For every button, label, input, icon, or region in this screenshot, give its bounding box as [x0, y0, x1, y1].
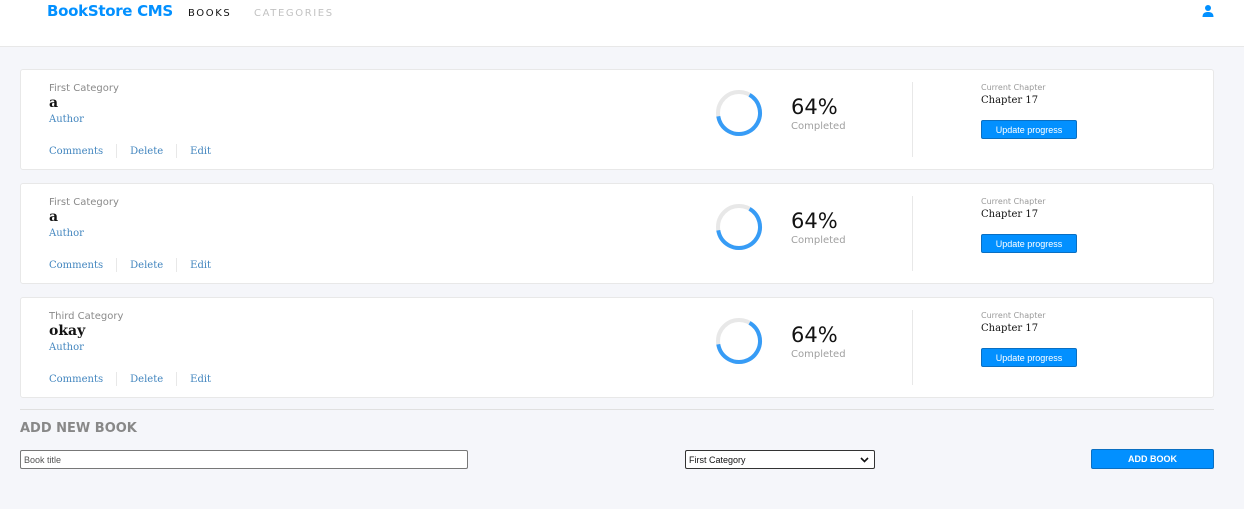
book-title-input[interactable]: [20, 450, 468, 469]
book-category: First Category: [49, 83, 119, 94]
current-chapter-label: Current Chapter: [981, 311, 1046, 320]
card-divider: [912, 310, 913, 385]
book-card: Third Category okay Author Comments Dele…: [20, 297, 1214, 398]
nav-books-link[interactable]: BOOKS: [188, 8, 231, 19]
user-icon[interactable]: [1201, 4, 1215, 18]
current-chapter-value: Chapter 17: [981, 209, 1039, 220]
chevron-down-icon: [860, 457, 869, 463]
nav-categories-link[interactable]: CATEGORIES: [254, 8, 334, 19]
comments-button[interactable]: Comments: [49, 374, 103, 385]
delete-button[interactable]: Delete: [130, 374, 163, 385]
book-title: a: [49, 95, 59, 111]
action-separator: [176, 372, 178, 386]
comments-button[interactable]: Comments: [49, 146, 103, 157]
current-chapter-value: Chapter 17: [981, 95, 1039, 106]
progress-ring: [716, 204, 762, 251]
card-divider: [912, 196, 913, 271]
progress-ring: [716, 90, 762, 136]
book-author[interactable]: Author: [49, 228, 84, 239]
book-actions: Comments Delete Edit: [49, 144, 211, 158]
current-chapter-label: Current Chapter: [981, 197, 1046, 206]
progress-ring: [716, 318, 762, 364]
section-divider: [20, 409, 1214, 410]
book-author[interactable]: Author: [49, 342, 84, 353]
progress-ring-fill: [716, 204, 762, 251]
book-title: okay: [49, 323, 86, 339]
add-book-button[interactable]: ADD BOOK: [1091, 449, 1214, 469]
progress-percent: 64%: [791, 95, 838, 119]
book-card: First Category a Author Comments Delete …: [20, 69, 1214, 170]
book-title: a: [49, 209, 59, 225]
current-chapter-label: Current Chapter: [981, 83, 1046, 92]
card-divider: [912, 82, 913, 157]
book-category: Third Category: [49, 311, 124, 322]
progress-completed-label: Completed: [791, 235, 846, 246]
edit-button[interactable]: Edit: [190, 260, 211, 271]
book-actions: Comments Delete Edit: [49, 372, 211, 386]
delete-button[interactable]: Delete: [130, 260, 163, 271]
current-chapter-value: Chapter 17: [981, 323, 1039, 334]
progress-ring-fill: [716, 318, 762, 364]
edit-button[interactable]: Edit: [190, 374, 211, 385]
action-separator: [116, 372, 118, 386]
progress-completed-label: Completed: [791, 121, 846, 132]
brand-logo[interactable]: BookStore CMS: [47, 2, 173, 20]
top-nav-bar: BookStore CMS BOOKS CATEGORIES: [0, 0, 1244, 47]
update-progress-button[interactable]: Update progress: [981, 348, 1077, 367]
progress-ring-fill: [716, 90, 762, 136]
book-category: First Category: [49, 197, 119, 208]
add-book-heading: ADD NEW BOOK: [20, 421, 137, 436]
action-separator: [116, 258, 118, 272]
progress-percent: 64%: [791, 209, 838, 233]
action-separator: [176, 144, 178, 158]
edit-button[interactable]: Edit: [190, 146, 211, 157]
category-select-value: First Category: [689, 454, 746, 465]
update-progress-button[interactable]: Update progress: [981, 120, 1077, 139]
book-author[interactable]: Author: [49, 114, 84, 125]
update-progress-button[interactable]: Update progress: [981, 234, 1077, 253]
category-select[interactable]: First Category: [685, 450, 875, 469]
book-actions: Comments Delete Edit: [49, 258, 211, 272]
action-separator: [116, 144, 118, 158]
action-separator: [176, 258, 178, 272]
progress-completed-label: Completed: [791, 349, 846, 360]
comments-button[interactable]: Comments: [49, 260, 103, 271]
book-card: First Category a Author Comments Delete …: [20, 183, 1214, 284]
delete-button[interactable]: Delete: [130, 146, 163, 157]
progress-percent: 64%: [791, 323, 838, 347]
